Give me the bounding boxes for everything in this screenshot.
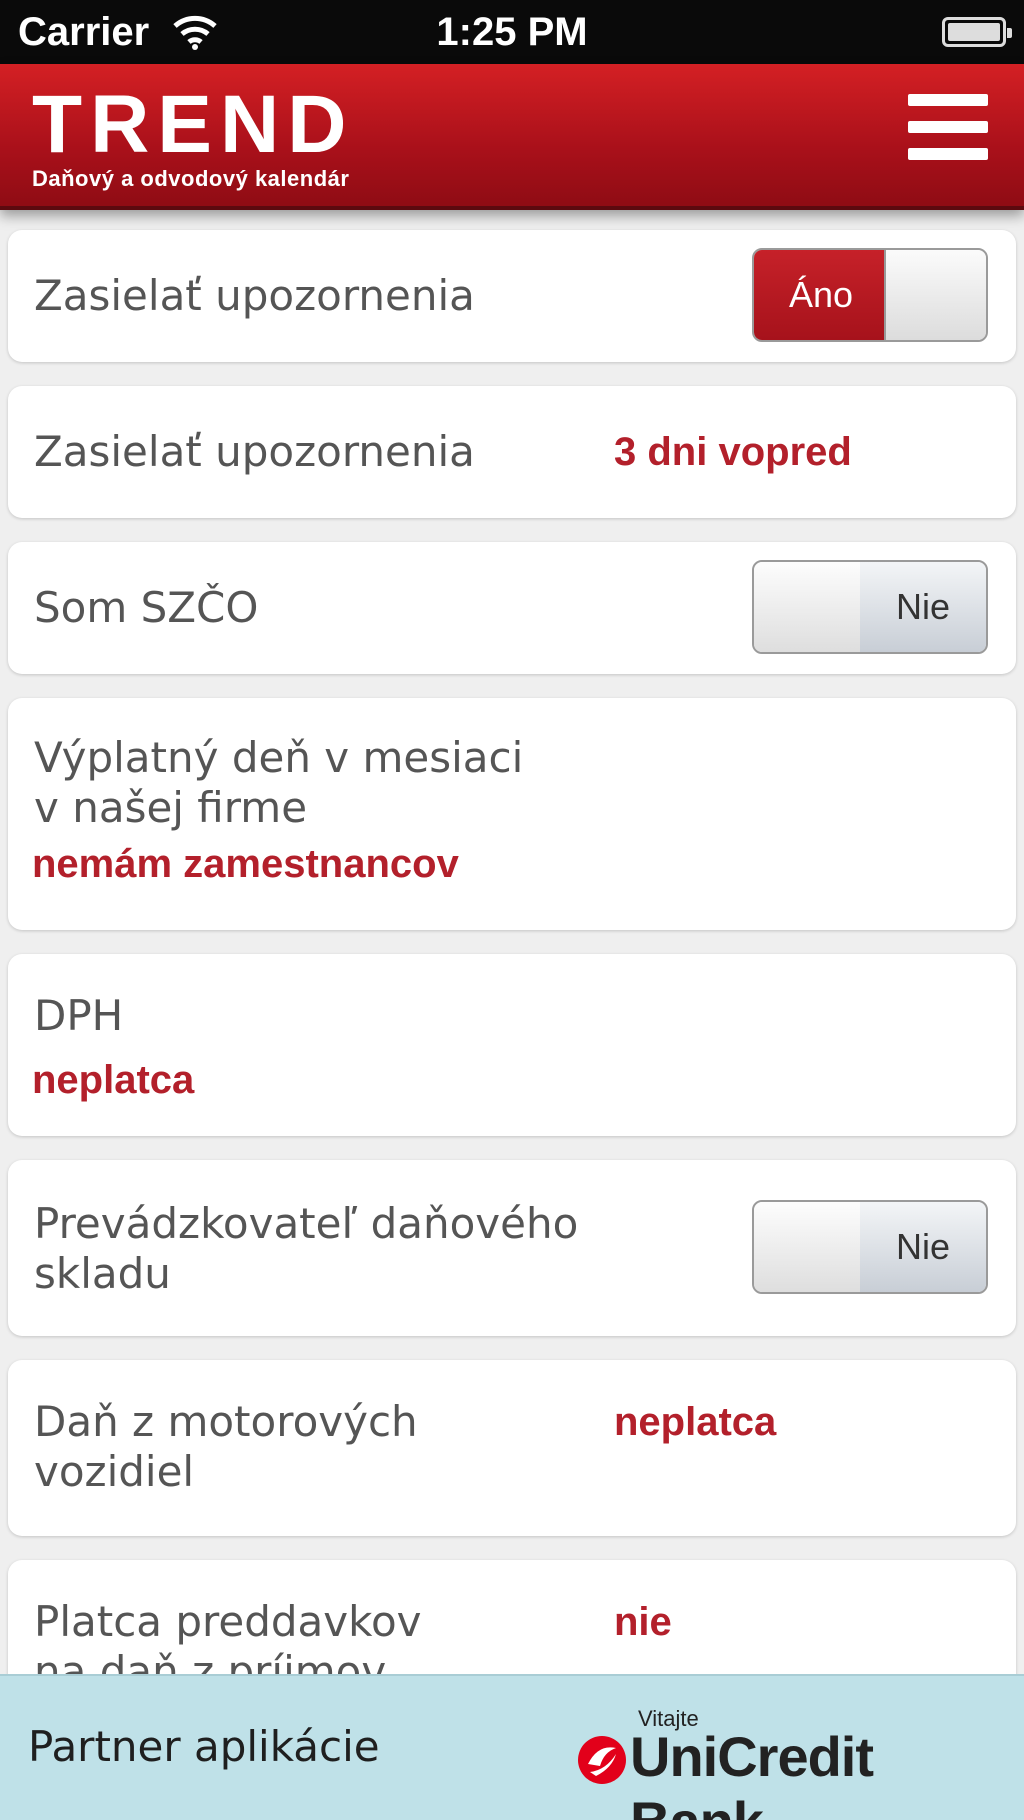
row-motor-vehicle-tax[interactable]: Daň z motorových vozidiel neplatca — [8, 1360, 1016, 1536]
battery-icon — [942, 17, 1012, 47]
partner-name: UniCredit Bank — [630, 1725, 874, 1820]
status-left: Carrier — [18, 10, 219, 55]
payday-value: nemám zamestnancov — [32, 842, 459, 886]
tax-warehouse-label-line2: skladu — [34, 1249, 171, 1298]
partner-footer[interactable]: Partner aplikácie Vitajte UniCredit Bank — [0, 1674, 1024, 1820]
toggle-off-label: Nie — [860, 562, 986, 652]
szco-label: Som SZČO — [34, 583, 259, 632]
toggle-knob — [754, 1202, 862, 1292]
income-tax-advances-value: nie — [614, 1600, 672, 1644]
row-szco: Som SZČO Nie — [8, 542, 1016, 674]
screen: Carrier 1:25 PM TREND Daňový a odvodový … — [0, 0, 1024, 1820]
tax-warehouse-label-line1: Prevádzkovateľ daňového — [34, 1199, 579, 1248]
app-header: TREND Daňový a odvodový kalendár — [0, 64, 1024, 210]
motor-vehicle-tax-label-line2: vozidiel — [34, 1447, 195, 1496]
notifications-label: Zasielať upozornenia — [34, 271, 475, 320]
notify-advance-label: Zasielať upozornenia — [34, 427, 475, 476]
menu-bar — [908, 148, 988, 160]
toggle-on-label: Áno — [754, 250, 888, 340]
dph-value: neplatca — [32, 1058, 195, 1102]
notify-advance-value: 3 dni vopred — [614, 430, 852, 474]
trend-logo: TREND Daňový a odvodový kalendár — [32, 84, 354, 192]
settings-list: Zasielať upozornenia Áno Zasielať upozor… — [0, 214, 1024, 1674]
partner-label: Partner aplikácie — [28, 1722, 380, 1771]
menu-bar — [908, 94, 988, 106]
logo-subtitle: Daňový a odvodový kalendár — [32, 166, 350, 191]
payday-label-line1: Výplatný deň v mesiaci — [34, 733, 524, 782]
battery-fill — [948, 23, 1000, 41]
toggle-off-label: Nie — [860, 1202, 986, 1292]
income-tax-advances-label-line1: Platca preddavkov — [34, 1597, 422, 1646]
status-bar: Carrier 1:25 PM — [0, 0, 1024, 64]
row-income-tax-advances[interactable]: Platca preddavkov na daň z príjmov nie — [8, 1560, 1016, 1674]
menu-bar — [908, 121, 988, 133]
hamburger-menu-icon[interactable] — [908, 94, 988, 174]
wifi-icon — [173, 15, 217, 50]
unicredit-logo-icon — [578, 1736, 626, 1784]
row-notify-advance[interactable]: Zasielať upozornenia 3 dni vopred — [8, 386, 1016, 518]
row-dph[interactable]: DPH neplatca — [8, 954, 1016, 1136]
carrier-label: Carrier — [18, 9, 150, 54]
row-notifications: Zasielať upozornenia Áno — [8, 230, 1016, 362]
motor-vehicle-tax-value: neplatca — [614, 1400, 777, 1444]
dph-label: DPH — [34, 991, 124, 1040]
motor-vehicle-tax-label-line1: Daň z motorových — [34, 1397, 418, 1446]
toggle-knob — [884, 250, 986, 340]
income-tax-advances-label-line2: na daň z príjmov — [34, 1647, 387, 1674]
notifications-toggle[interactable]: Áno — [752, 248, 988, 342]
payday-label-line2: v našej firme — [34, 783, 308, 832]
szco-toggle[interactable]: Nie — [752, 560, 988, 654]
tax-warehouse-toggle[interactable]: Nie — [752, 1200, 988, 1294]
toggle-knob — [754, 562, 862, 652]
logo-title: TREND — [32, 79, 355, 170]
row-payday[interactable]: Výplatný deň v mesiaci v našej firme nem… — [8, 698, 1016, 930]
row-tax-warehouse: Prevádzkovateľ daňového skladu Nie — [8, 1160, 1016, 1336]
unicredit-logo: Vitajte UniCredit Bank — [576, 1706, 996, 1820]
